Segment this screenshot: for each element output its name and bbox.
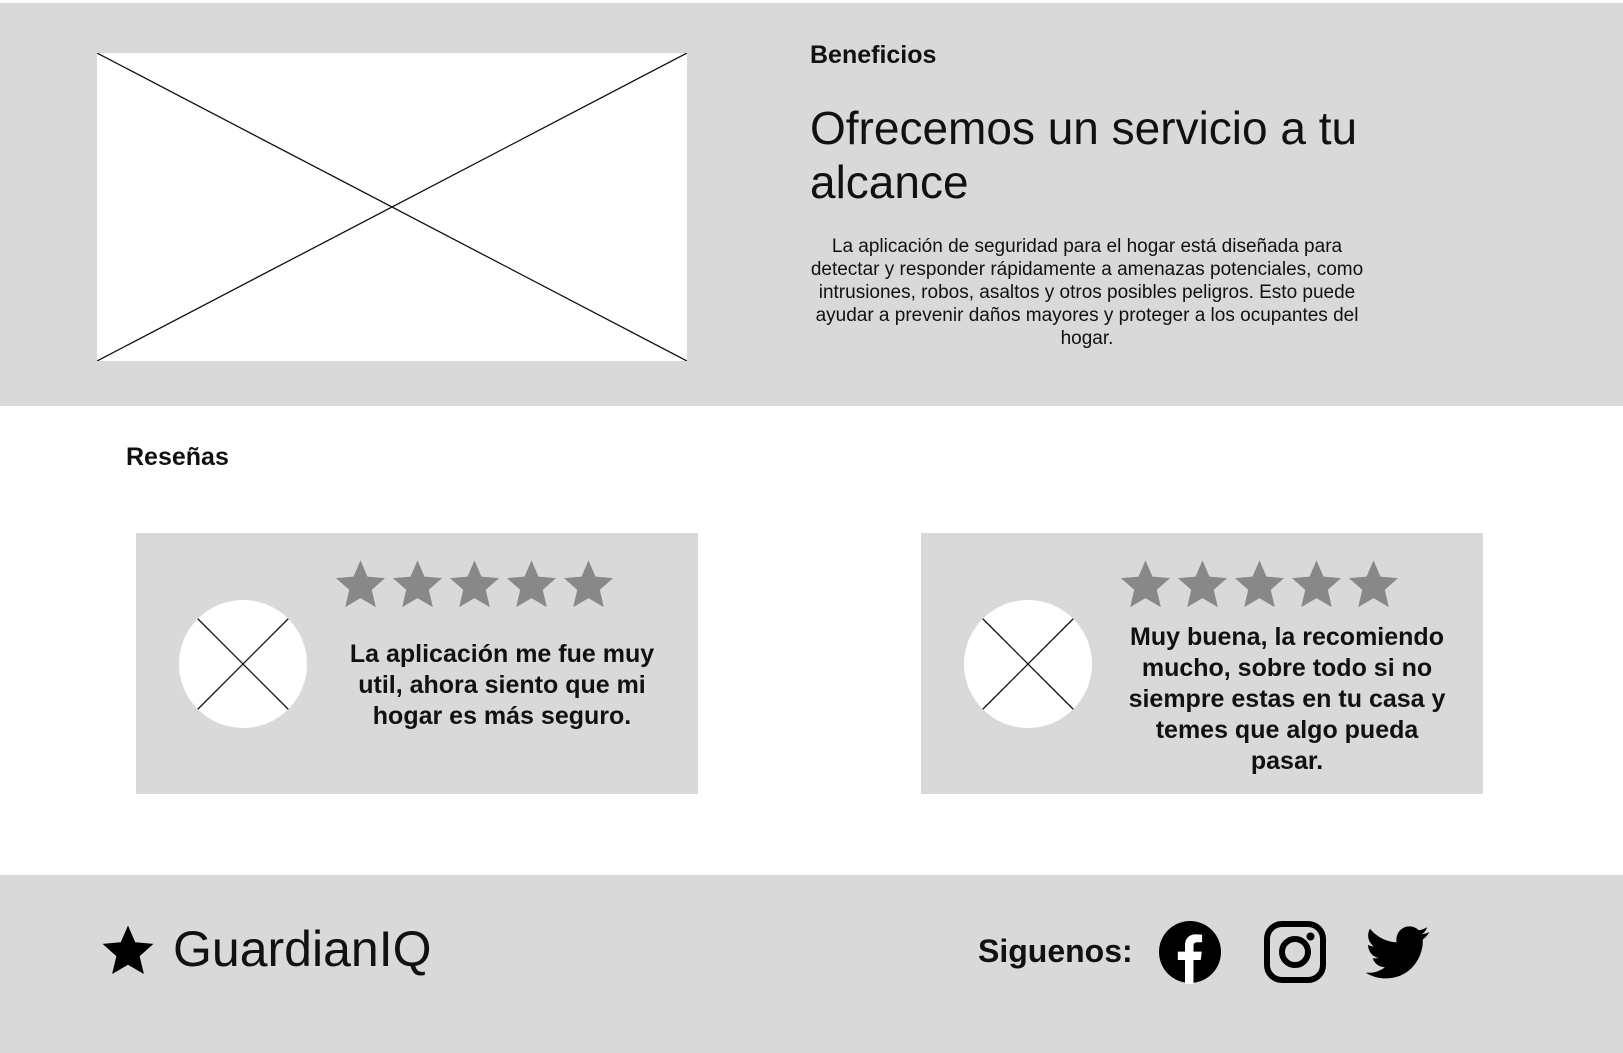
brand-name: GuardianIQ	[173, 921, 432, 977]
star-icon	[503, 557, 560, 611]
review-text: Muy buena, la recomiendo mucho, sobre to…	[1128, 623, 1446, 775]
benefits-headline: Ofrecemos un servicio a tu alcance	[810, 102, 1358, 208]
star-icon	[1117, 557, 1174, 611]
twitter-icon[interactable]	[1366, 920, 1430, 984]
review-card: La aplicación me fue muy util, ahora sie…	[136, 533, 698, 794]
image-placeholder-icon	[97, 53, 687, 361]
star-icon	[446, 557, 503, 611]
star-icon	[560, 557, 617, 611]
facebook-icon[interactable]	[1158, 920, 1222, 984]
review-text: La aplicación me fue muy util, ahora sie…	[349, 640, 655, 730]
avatar-placeholder-icon	[964, 600, 1092, 728]
star-icon	[332, 557, 389, 611]
star-icon	[389, 557, 446, 611]
star-icon	[1174, 557, 1231, 611]
star-rating	[1117, 557, 1402, 611]
benefits-eyebrow: Beneficios	[810, 41, 937, 69]
footer: GuardianIQ Siguenos:	[0, 875, 1623, 1053]
star-icon	[98, 922, 158, 978]
benefits-section: Beneficios Ofrecemos un servicio a tu al…	[0, 3, 1623, 406]
star-icon	[1345, 557, 1402, 611]
reviews-title: Reseñas	[126, 443, 229, 471]
star-rating	[332, 557, 617, 611]
star-icon	[1288, 557, 1345, 611]
follow-label: Siguenos:	[978, 933, 1133, 969]
review-card: Muy buena, la recomiendo mucho, sobre to…	[921, 533, 1483, 794]
benefits-description: La aplicación de seguridad para el hogar…	[810, 236, 1364, 349]
instagram-icon[interactable]	[1263, 920, 1327, 984]
avatar-placeholder-icon	[179, 600, 307, 728]
star-icon	[1231, 557, 1288, 611]
